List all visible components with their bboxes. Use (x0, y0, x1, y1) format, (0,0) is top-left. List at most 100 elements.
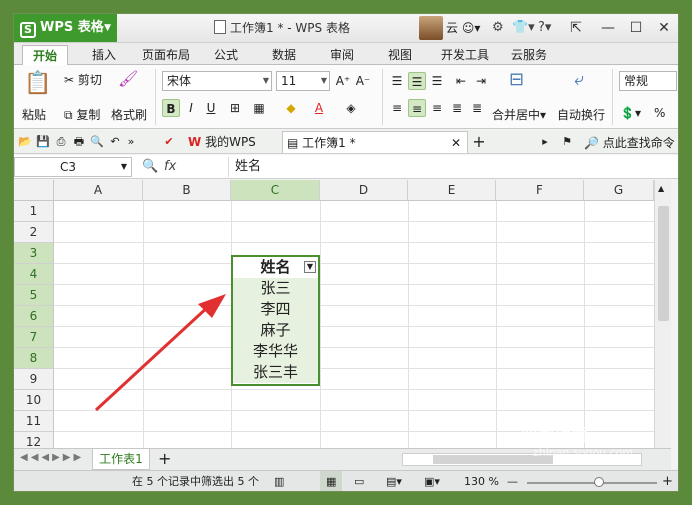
filter-dropdown-icon[interactable]: ▼ (304, 261, 316, 273)
save-icon[interactable]: 💾 (36, 135, 50, 149)
maximize-button[interactable]: ☐ (622, 14, 650, 42)
bold-button[interactable]: B (162, 99, 180, 117)
column-header-e[interactable]: E (408, 180, 496, 201)
normal-view-button[interactable]: ▦ (320, 471, 343, 491)
italic-button[interactable]: I (182, 99, 200, 117)
column-header-c[interactable]: C (231, 180, 320, 201)
reading-mode-button[interactable]: ▣▾ (424, 471, 440, 491)
horizontal-scroll-thumb[interactable] (433, 455, 553, 464)
zoom-lookup-icon[interactable]: 🔍 (142, 159, 158, 174)
sheet-tab-1[interactable]: 工作表1 (92, 449, 150, 470)
auto-wrap-button[interactable]: 自动换行 (557, 106, 605, 123)
align-bottom-icon[interactable]: ☰ (428, 72, 446, 90)
column-header-b[interactable]: B (143, 180, 231, 201)
formula-input[interactable]: 姓名 (228, 157, 674, 177)
new-tab-icon[interactable]: + (472, 134, 486, 150)
zoom-in-icon[interactable]: + (662, 471, 673, 491)
row-header[interactable]: 3 (14, 243, 54, 264)
font-color-icon[interactable]: A (310, 99, 328, 117)
page-layout-view-button[interactable]: ▭ (354, 471, 364, 491)
vertical-scroll-thumb[interactable] (658, 206, 669, 321)
tab-page-layout[interactable]: 页面布局 (136, 45, 196, 65)
tab-home[interactable]: 开始 (22, 45, 68, 65)
tab-formulas[interactable]: 公式 (206, 45, 246, 65)
border-icon[interactable]: ⊞ (226, 99, 244, 117)
tab-view[interactable]: 视图 (380, 45, 420, 65)
row-header[interactable]: 2 (14, 222, 54, 243)
scroll-up-icon[interactable]: ▲ (658, 184, 664, 193)
zoom-slider[interactable] (527, 482, 657, 484)
column-header-g[interactable]: G (584, 180, 654, 201)
percent-button[interactable]: % (654, 106, 665, 120)
merge-center-button[interactable]: 合并居中▾ (492, 106, 546, 123)
tab-list-icon[interactable]: ▸ (538, 135, 552, 149)
close-tab-icon[interactable]: ✕ (451, 132, 461, 154)
wrap-text-icon[interactable]: ⤶ (574, 69, 584, 90)
pin-icon[interactable]: ✔ (162, 135, 176, 149)
decrease-indent-icon[interactable]: ⇤ (452, 72, 470, 90)
doc-tab-workbook1[interactable]: ▤ 工作簿1 * ✕ (282, 131, 468, 153)
tab-insert[interactable]: 插入 (82, 45, 126, 65)
clear-format-icon[interactable]: ◈ (342, 99, 360, 117)
restore-ribbon-icon[interactable]: ⇱ (562, 14, 590, 42)
tab-data[interactable]: 数据 (264, 45, 304, 65)
increase-indent-icon[interactable]: ⇥ (472, 72, 490, 90)
tab-cloud[interactable]: 云服务 (504, 45, 554, 65)
page-break-view-button[interactable]: ▤▾ (386, 471, 402, 491)
row-header[interactable]: 9 (14, 369, 54, 390)
open-folder-icon[interactable]: 📂 (18, 135, 32, 149)
export-pdf-icon[interactable]: ⎙ (54, 135, 68, 149)
select-all-corner[interactable] (14, 180, 54, 201)
column-header-a[interactable]: A (54, 180, 143, 201)
align-middle-icon[interactable]: ☰ (408, 72, 426, 90)
row-header[interactable]: 1 (14, 201, 54, 222)
underline-button[interactable]: U (202, 99, 220, 117)
add-sheet-icon[interactable]: + (158, 449, 171, 469)
sheet-nav-icons[interactable]: ◀◀◀▶▶▶ (20, 452, 84, 463)
skin-icon[interactable]: 👕▾ (512, 14, 535, 42)
avatar[interactable] (419, 16, 443, 40)
settings-icon[interactable]: ⚙ (492, 14, 504, 42)
zoom-out-icon[interactable]: — (507, 471, 518, 491)
row-header[interactable]: 8 (14, 348, 54, 369)
flag-icon[interactable]: ⚑ (560, 135, 574, 149)
merge-cells-icon[interactable]: ⊟ (509, 69, 524, 90)
close-button[interactable]: ✕ (650, 14, 678, 42)
distributed-icon[interactable]: ≣ (468, 99, 486, 117)
undo-icon[interactable]: ↶ (108, 135, 122, 149)
row-header[interactable]: 10 (14, 390, 54, 411)
row-header[interactable]: 11 (14, 411, 54, 432)
format-painter-button[interactable]: 格式刷 (111, 106, 147, 123)
column-header-d[interactable]: D (320, 180, 408, 201)
currency-icon[interactable]: 💲▾ (620, 106, 641, 120)
fx-button[interactable]: fx (164, 155, 176, 179)
row-header[interactable]: 6 (14, 306, 54, 327)
search-commands[interactable]: 🔎 点此查找命令 (584, 134, 675, 151)
print-icon[interactable]: 🖶 (72, 135, 86, 149)
row-header[interactable]: 4 (14, 264, 54, 285)
more-icon[interactable]: » (124, 135, 138, 149)
tab-review[interactable]: 审阅 (322, 45, 362, 65)
name-box[interactable]: C3 ▼ (14, 157, 132, 177)
horizontal-scrollbar[interactable] (402, 453, 642, 466)
doc-tab-mywps[interactable]: W 我的WPS (184, 131, 280, 153)
column-header-f[interactable]: F (496, 180, 584, 201)
fill-color-icon[interactable]: ◆ (282, 99, 300, 117)
align-top-icon[interactable]: ☰ (388, 72, 406, 90)
font-size-select[interactable]: 11 ▼ (276, 71, 330, 91)
minimize-button[interactable]: — (594, 14, 622, 42)
help-icon[interactable]: ?▾ (538, 14, 551, 42)
wps-app-menu-button[interactable]: S WPS 表格 ▼ (14, 14, 117, 42)
vertical-scrollbar[interactable]: ▲ (654, 180, 671, 448)
row-header[interactable]: 5 (14, 285, 54, 306)
copy-button[interactable]: ⧉ 复制 (64, 106, 100, 123)
tab-developer[interactable]: 开发工具 (436, 45, 494, 65)
print-preview-icon[interactable]: 🔍 (90, 135, 104, 149)
increase-font-icon[interactable]: A⁺ (334, 72, 352, 90)
sheet-grid[interactable]: A B C D E F G 1 2 3 4 5 6 7 8 9 10 11 12 (14, 180, 654, 448)
paste-button[interactable]: 粘贴 (22, 106, 46, 123)
zoom-level[interactable]: 130 % (464, 471, 499, 491)
align-center-icon[interactable]: ≡ (408, 99, 426, 117)
font-name-select[interactable]: 宋体 ▼ (162, 71, 272, 91)
cut-button[interactable]: ✂ 剪切 (64, 71, 102, 88)
